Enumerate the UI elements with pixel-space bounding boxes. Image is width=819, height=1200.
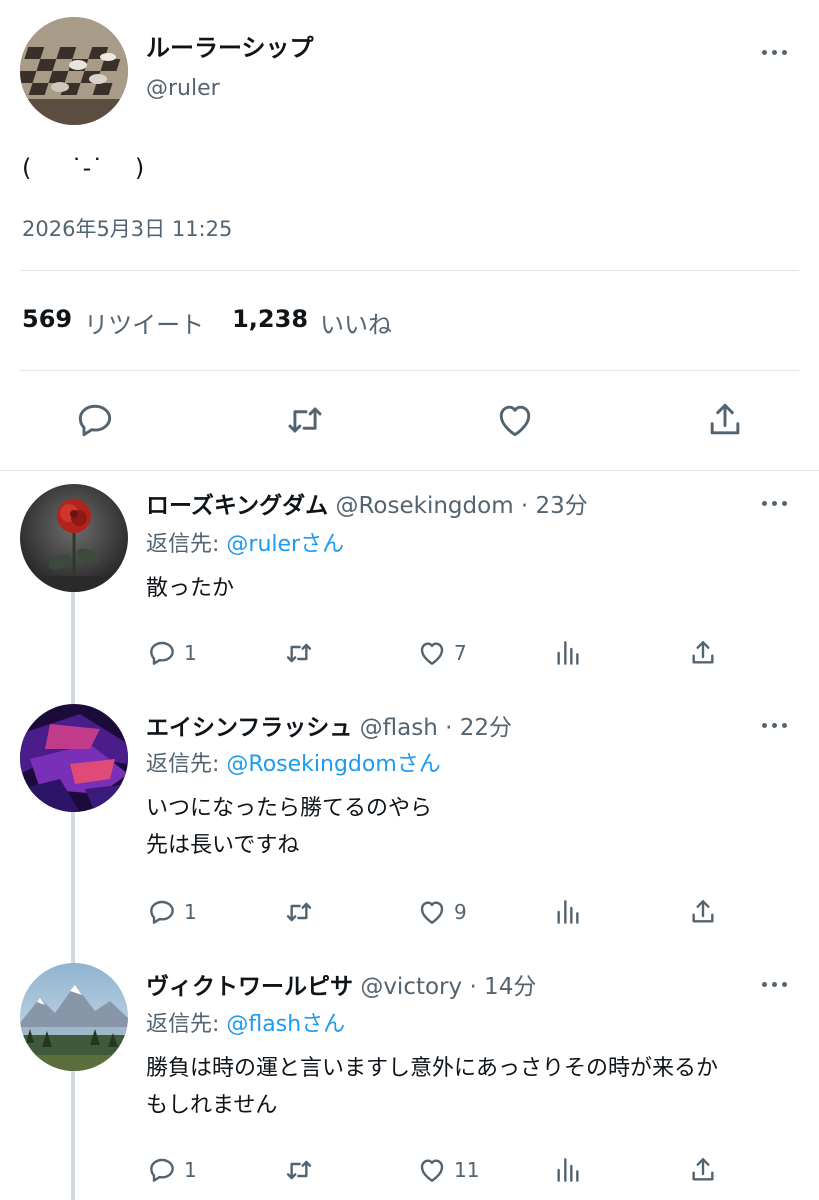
analytics-icon xyxy=(557,641,579,665)
analytics-button[interactable] xyxy=(552,637,584,669)
share-icon xyxy=(692,900,714,923)
reply-time[interactable]: · 23分 xyxy=(521,493,588,519)
reply-to-line: 返信先: @flashさん xyxy=(146,1006,345,1038)
retweet-button[interactable] xyxy=(283,637,315,669)
thread-connector xyxy=(71,592,75,710)
divider xyxy=(20,370,799,371)
like-button[interactable] xyxy=(493,398,537,442)
reply-text: 勝負は時の運と言いますし意外にあっさりその時が来るか もしれません xyxy=(146,1056,719,1118)
checkerboard-avatar-image xyxy=(20,17,128,125)
reply-to-mention[interactable]: @rulerさん xyxy=(226,532,344,557)
author-handle[interactable]: @ruler xyxy=(146,76,220,101)
reply-count: 1 xyxy=(184,1158,197,1182)
retweet-label[interactable]: リツイート xyxy=(84,305,204,340)
like-icon xyxy=(420,901,444,924)
engagement-stats: 569 リツイート 1,238 いいね xyxy=(22,305,392,340)
more-icon[interactable] xyxy=(760,498,790,508)
analytics-icon xyxy=(557,900,579,924)
reply-to-prefix: 返信先: xyxy=(146,532,227,557)
reply-handle[interactable]: @flash xyxy=(360,715,438,741)
reply-button[interactable] xyxy=(73,398,117,442)
retweet-icon xyxy=(286,643,312,663)
share-button[interactable] xyxy=(687,637,719,669)
like-count: 9 xyxy=(454,900,467,924)
retweet-button[interactable] xyxy=(283,896,315,928)
avatar[interactable] xyxy=(20,17,128,125)
reply-text: 散ったか xyxy=(146,576,235,601)
tweet-timestamp[interactable]: 2026年5月3日 11:25 xyxy=(22,213,232,243)
reply-display-name[interactable]: ローズキングダム xyxy=(146,493,328,519)
avatar[interactable] xyxy=(20,704,128,812)
reply-to-line: 返信先: @rulerさん xyxy=(146,526,344,558)
more-icon[interactable] xyxy=(760,47,790,57)
retweet-icon xyxy=(286,1160,312,1180)
like-icon xyxy=(420,1159,444,1182)
analytics-button[interactable] xyxy=(552,896,584,928)
share-icon xyxy=(692,641,714,664)
like-icon xyxy=(499,405,531,437)
share-button[interactable] xyxy=(687,896,719,928)
like-button[interactable]: 9 xyxy=(416,896,467,928)
author-display-name[interactable]: ルーラーシップ xyxy=(146,28,314,63)
reply-to-line: 返信先: @Rosekingdomさん xyxy=(146,746,441,778)
reply-count: 1 xyxy=(184,900,197,924)
reply-header: エイシンフラッシュ @flash · 22分 xyxy=(146,708,512,742)
reply-handle[interactable]: @Rosekingdom xyxy=(335,493,513,519)
analytics-button[interactable] xyxy=(552,1154,584,1186)
reply-time[interactable]: · 22分 xyxy=(445,715,512,741)
avatar[interactable] xyxy=(20,484,128,592)
retweet-icon xyxy=(288,407,322,433)
reply-header: ヴィクトワールピサ @victory · 14分 xyxy=(146,967,536,1001)
like-button[interactable]: 7 xyxy=(416,637,467,669)
reply-button[interactable]: 1 xyxy=(146,896,197,928)
thread-connector xyxy=(71,812,75,968)
more-icon[interactable] xyxy=(760,720,790,730)
reply-display-name[interactable]: エイシンフラッシュ xyxy=(146,715,352,741)
share-icon xyxy=(692,1158,714,1181)
divider xyxy=(20,270,799,271)
reply-text: いつになったら勝てるのやら 先は長いですね xyxy=(146,796,433,858)
like-count: 11 xyxy=(454,1158,480,1182)
retweet-button[interactable] xyxy=(283,398,327,442)
analytics-icon xyxy=(557,1158,579,1182)
reply-to-mention[interactable]: @Rosekingdomさん xyxy=(226,752,440,777)
more-icon[interactable] xyxy=(760,979,790,989)
reply-display-name[interactable]: ヴィクトワールピサ xyxy=(146,974,353,1000)
rose-avatar-image xyxy=(20,484,128,592)
abstract-purple-avatar-image xyxy=(20,704,128,812)
reply-to-prefix: 返信先: xyxy=(146,752,227,777)
like-label[interactable]: いいね xyxy=(320,305,392,340)
share-button[interactable] xyxy=(703,398,747,442)
reply-to-prefix: 返信先: xyxy=(146,1012,227,1037)
retweet-count[interactable]: 569 xyxy=(22,305,72,340)
reply-time[interactable]: · 14分 xyxy=(469,974,536,1000)
reply-handle[interactable]: @victory xyxy=(360,974,462,1000)
reply-to-mention[interactable]: @flashさん xyxy=(226,1012,345,1037)
share-button[interactable] xyxy=(687,1154,719,1186)
avatar[interactable] xyxy=(20,963,128,1071)
like-icon xyxy=(420,642,444,665)
like-count[interactable]: 1,238 xyxy=(232,305,308,340)
tweet-text: ( ˙-˙ ) xyxy=(22,154,145,182)
thread-connector xyxy=(71,1070,75,1200)
reply-icon xyxy=(150,641,174,665)
reply-button[interactable]: 1 xyxy=(146,637,197,669)
reply-header: ローズキングダム @Rosekingdom · 23分 xyxy=(146,486,588,520)
reply-icon xyxy=(150,900,174,924)
share-icon xyxy=(710,403,740,435)
like-button[interactable]: 11 xyxy=(416,1154,479,1186)
reply-icon xyxy=(78,404,112,437)
retweet-button[interactable] xyxy=(283,1154,315,1186)
mountain-landscape-avatar-image xyxy=(20,963,128,1071)
divider xyxy=(0,470,819,471)
reply-count: 1 xyxy=(184,641,197,665)
retweet-icon xyxy=(286,902,312,922)
reply-button[interactable]: 1 xyxy=(146,1154,197,1186)
reply-icon xyxy=(150,1158,174,1182)
like-count: 7 xyxy=(454,641,467,665)
